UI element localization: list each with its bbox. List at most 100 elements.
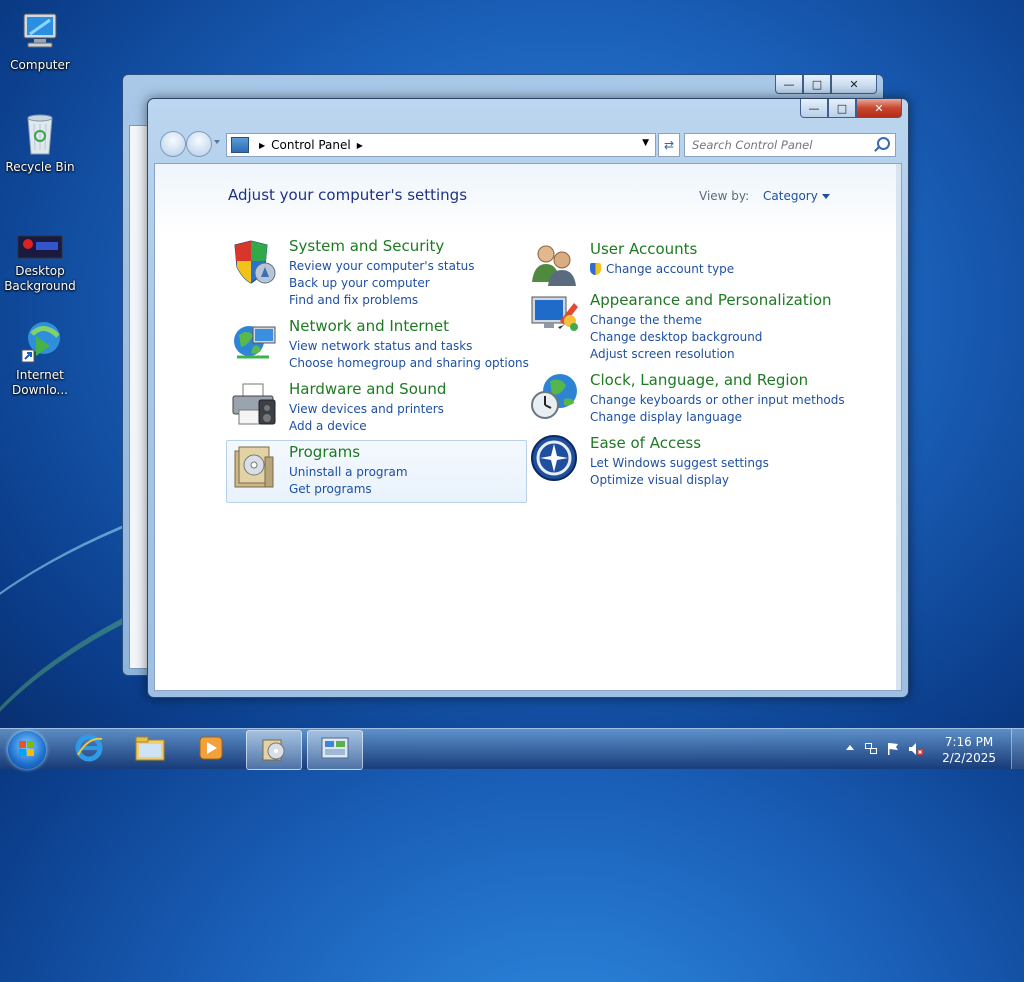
category-link[interactable]: View devices and printers [289, 401, 444, 418]
category-link[interactable]: Adjust screen resolution [590, 346, 762, 363]
clock[interactable]: 7:16 PM 2/2/2025 [942, 734, 996, 766]
category-link[interactable]: Get programs [289, 481, 408, 498]
view-by: View by: Category [699, 189, 830, 203]
recycle-bin-icon [16, 110, 64, 158]
breadcrumb-arrow-icon[interactable]: ▶ [357, 141, 363, 150]
clock-time: 7:16 PM [944, 735, 994, 749]
address-dropdown-icon[interactable]: ▼ [642, 138, 649, 148]
category-link[interactable]: Review your computer's status [289, 258, 475, 275]
control-panel-window[interactable]: — □ ✕ ▶ Control Panel ▶ ▼ ⇄ Adjust your … [147, 98, 909, 698]
category-ease-of-access: Ease of Access Let Windows suggest setti… [530, 434, 870, 489]
desktop-icon-label: Desktop Background [4, 264, 76, 293]
category-link[interactable]: Change display language [590, 409, 845, 426]
programs-icon [259, 734, 289, 767]
content-area: Adjust your computer's settings View by:… [154, 163, 902, 691]
category-link[interactable]: Change desktop background [590, 329, 762, 346]
category-link[interactable]: Find and fix problems [289, 292, 475, 309]
back-button[interactable] [160, 131, 186, 157]
uac-shield-icon [590, 263, 601, 275]
show-hidden-icons-chevron-icon[interactable] [846, 745, 854, 750]
forward-button[interactable] [186, 131, 212, 157]
category-link[interactable]: View network status and tasks [289, 338, 529, 355]
desktop-icon-internet-download[interactable]: Internet Downlo... [0, 318, 80, 398]
category-title[interactable]: User Accounts [590, 240, 697, 258]
category-title[interactable]: Network and Internet [289, 317, 449, 335]
category-programs: Programs Uninstall a program Get program… [229, 443, 529, 498]
close-button[interactable]: ✕ [856, 99, 902, 118]
control-panel-icon [231, 137, 249, 153]
search-box[interactable] [684, 133, 896, 157]
printer-icon [229, 380, 279, 430]
category-link[interactable]: Change the theme [590, 312, 762, 329]
category-title[interactable]: Clock, Language, and Region [590, 371, 808, 389]
taskbar-file-explorer[interactable] [123, 730, 177, 768]
breadcrumb-arrow-icon[interactable]: ▶ [259, 141, 265, 150]
start-button[interactable] [8, 731, 46, 769]
view-by-label: View by: [699, 189, 750, 203]
category-link-label[interactable]: Change account type [606, 262, 734, 276]
system-tray: 7:16 PM 2/2/2025 [834, 729, 1024, 769]
ease-of-access-icon [530, 434, 580, 484]
minimize-button[interactable]: — [800, 99, 828, 118]
category-title[interactable]: System and Security [289, 237, 444, 255]
desktop-icon-label: Computer [10, 58, 70, 72]
desktop-icon-recycle-bin[interactable]: Recycle Bin [0, 110, 80, 175]
windows-logo-icon [19, 741, 35, 757]
programs-icon [229, 443, 279, 493]
control-panel-icon [320, 735, 350, 766]
volume-muted-icon[interactable] [908, 742, 924, 756]
media-player-icon [197, 734, 225, 765]
taskbar-programs-window[interactable] [246, 730, 302, 770]
navigation-bar: ▶ Control Panel ▶ ▼ ⇄ [156, 129, 901, 157]
maximize-button[interactable]: □ [803, 75, 831, 94]
category-link[interactable]: Back up your computer [289, 275, 475, 292]
category-system-security: System and Security Review your computer… [229, 237, 529, 307]
category-title[interactable]: Programs [289, 443, 360, 461]
desktop-icon-label: Internet Downlo... [12, 368, 68, 397]
category-clock-language-region: Clock, Language, and Region Change keybo… [530, 371, 870, 426]
category-link[interactable]: Optimize visual display [590, 472, 769, 489]
content-scroll-edge [896, 164, 901, 690]
search-input[interactable] [690, 134, 874, 156]
monitor-icon [530, 291, 580, 341]
maximize-button[interactable]: □ [828, 99, 856, 118]
address-bar[interactable]: ▶ Control Panel ▶ ▼ [226, 133, 656, 157]
category-link[interactable]: Uninstall a program [289, 464, 408, 481]
category-link[interactable]: Add a device [289, 418, 444, 435]
refresh-button[interactable]: ⇄ [658, 133, 680, 157]
category-user-accounts: User Accounts Change account type [530, 240, 870, 286]
taskbar-media-player[interactable] [184, 730, 238, 768]
category-link[interactable]: Change keyboards or other input methods [590, 392, 845, 409]
internet-explorer-icon [74, 733, 104, 766]
shield-icon [229, 237, 279, 287]
category-appearance-personalization: Appearance and Personalization Change th… [530, 291, 870, 361]
desktop-icon-desktop-background[interactable]: Desktop Background [0, 232, 80, 294]
taskbar-internet-explorer[interactable] [62, 730, 116, 768]
category-link[interactable]: Let Windows suggest settings [590, 455, 769, 472]
search-icon[interactable] [877, 137, 890, 150]
category-hardware-sound: Hardware and Sound View devices and prin… [229, 380, 529, 435]
network-tray-icon[interactable] [864, 742, 878, 756]
category-title[interactable]: Ease of Access [590, 434, 701, 452]
desktop-icon-computer[interactable]: Computer [0, 8, 80, 73]
category-link[interactable]: Choose homegroup and sharing options [289, 355, 529, 372]
page-title: Adjust your computer's settings [228, 186, 468, 204]
breadcrumb-control-panel[interactable]: Control Panel [271, 138, 351, 152]
chevron-down-icon[interactable] [821, 194, 830, 199]
folder-icon [134, 734, 166, 765]
close-button[interactable]: ✕ [831, 75, 877, 94]
category-link[interactable]: Change account type [590, 261, 734, 278]
network-icon [229, 317, 279, 367]
action-center-flag-icon[interactable] [886, 742, 900, 756]
internet-download-manager-icon [16, 318, 64, 366]
taskbar-control-panel-window[interactable] [307, 730, 363, 770]
category-title[interactable]: Hardware and Sound [289, 380, 446, 398]
recent-pages-chevron-icon[interactable] [214, 140, 220, 144]
category-title[interactable]: Appearance and Personalization [590, 291, 832, 309]
desktop-icon-label: Recycle Bin [5, 160, 75, 174]
minimize-button[interactable]: — [775, 75, 803, 94]
clock-date: 2/2/2025 [942, 751, 996, 765]
show-desktop-button[interactable] [1011, 729, 1024, 769]
category-network-internet: Network and Internet View network status… [229, 317, 529, 372]
view-by-dropdown[interactable]: Category [763, 189, 818, 203]
